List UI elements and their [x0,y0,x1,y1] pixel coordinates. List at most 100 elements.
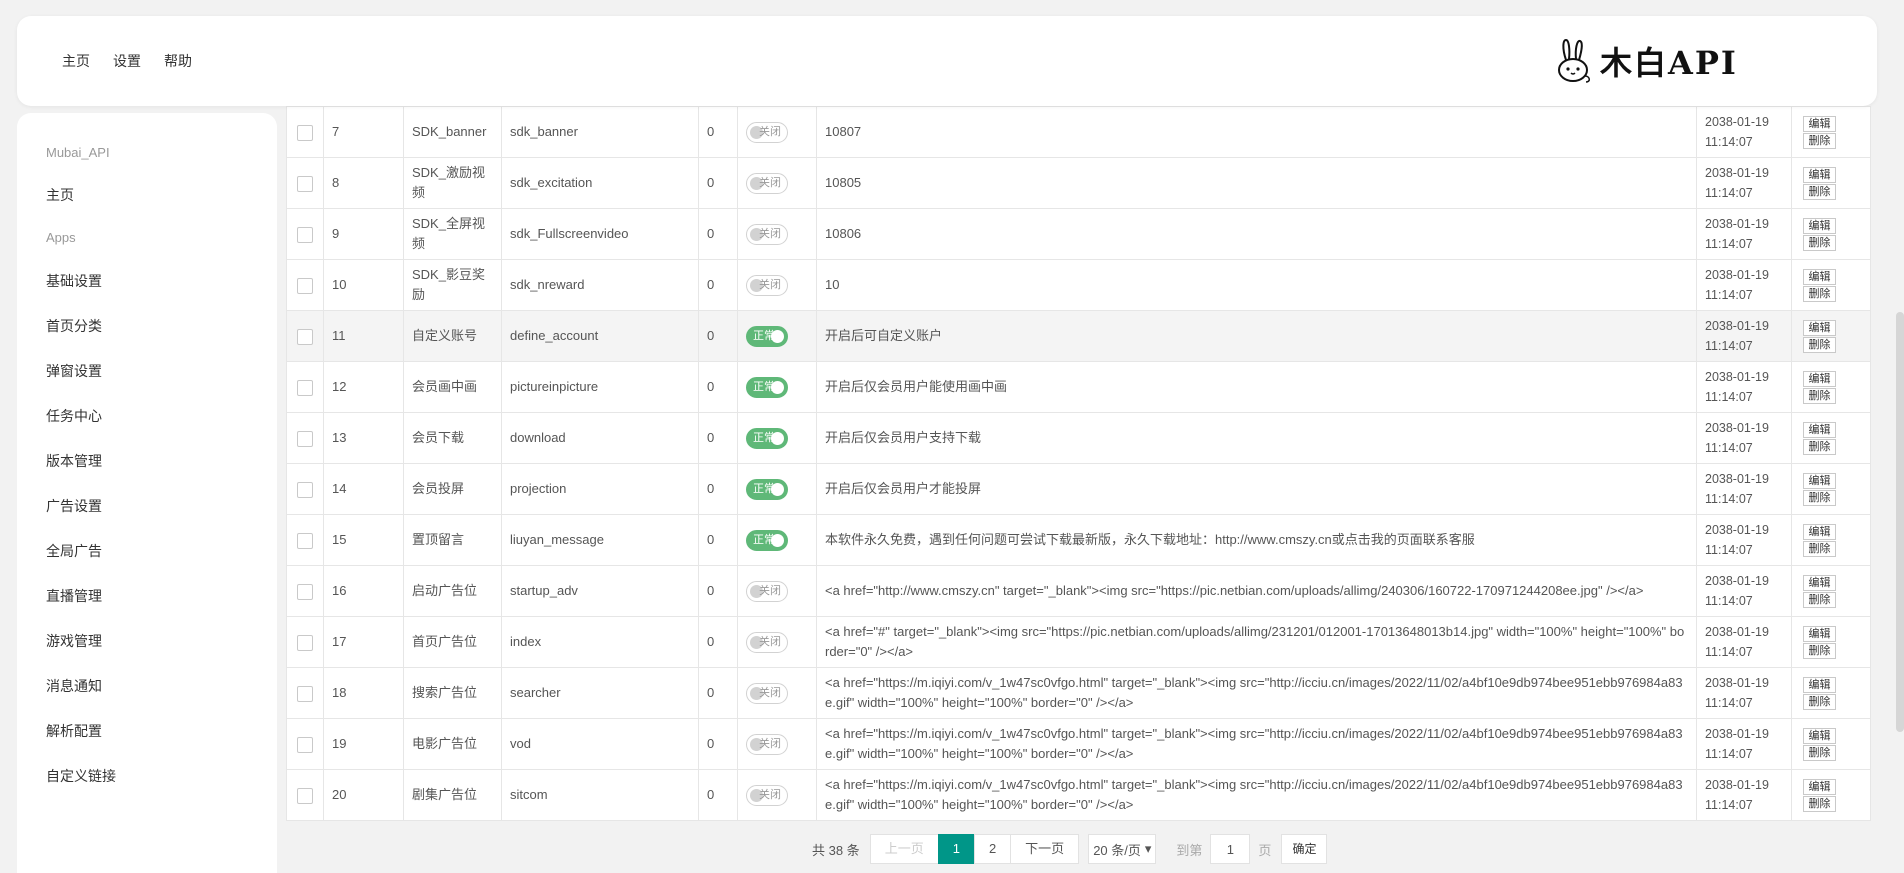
edit-button[interactable]: 编辑 [1803,217,1836,234]
status-toggle[interactable]: 关闭 [746,121,788,143]
status-toggle[interactable]: 正常 [746,325,788,347]
edit-button[interactable]: 编辑 [1803,166,1836,183]
status-toggle[interactable]: 关闭 [746,682,788,704]
delete-button[interactable]: 删除 [1803,540,1836,557]
next-page-button[interactable]: 下一页 [1010,834,1080,864]
row-checkbox[interactable] [297,175,313,192]
row-checkbox[interactable] [297,430,313,447]
status-toggle-label: 正常 [753,329,775,342]
edit-button[interactable]: 编辑 [1803,778,1836,795]
delete-button[interactable]: 删除 [1803,336,1836,353]
edit-button[interactable]: 编辑 [1803,472,1836,489]
nav-home-link[interactable]: 主页 [62,51,90,71]
sidebar-item-custom-links[interactable]: 自定义链接 [46,766,116,786]
row-checkbox[interactable] [297,787,313,804]
sidebar-item-home[interactable]: 主页 [46,185,74,205]
status-toggle[interactable]: 关闭 [746,580,788,602]
status-toggle[interactable]: 正常 [746,529,788,551]
row-key: sdk_Fullscreenvideo [501,208,699,260]
sidebar-item-notifications[interactable]: 消息通知 [46,676,102,696]
row-date: 2038-01-19 [1705,217,1769,231]
row-checkbox[interactable] [297,532,313,549]
row-name: SDK_全屏视频 [403,208,502,260]
sidebar-item-popup-settings[interactable]: 弹窗设置 [46,361,102,381]
sidebar-item-home-categories[interactable]: 首页分类 [46,316,102,336]
sidebar-item-parse-config[interactable]: 解析配置 [46,721,102,741]
status-toggle-label: 正常 [753,533,775,546]
row-checkbox[interactable] [297,124,313,141]
sidebar-item-version-management[interactable]: 版本管理 [46,451,102,471]
delete-button[interactable]: 删除 [1803,132,1836,149]
delete-button[interactable]: 删除 [1803,591,1836,608]
row-actions: 编辑 删除 [1791,310,1871,362]
page-1-button[interactable]: 1 [937,834,975,864]
row-id: 7 [323,106,404,158]
delete-button[interactable]: 删除 [1803,489,1836,506]
delete-button[interactable]: 删除 [1803,387,1836,404]
edit-button[interactable]: 编辑 [1803,574,1836,591]
delete-button[interactable]: 删除 [1803,183,1836,200]
sidebar-item-task-center[interactable]: 任务中心 [46,406,102,426]
row-checkbox[interactable] [297,226,313,243]
row-checkbox[interactable] [297,634,313,651]
row-key: liuyan_message [501,514,699,566]
delete-button[interactable]: 删除 [1803,744,1836,761]
row-checkbox[interactable] [297,736,313,753]
goto-page: 到第 页 [1176,834,1271,864]
page-2-button[interactable]: 2 [973,834,1012,864]
prev-page-button[interactable]: 上一页 [869,834,939,864]
row-checkbox[interactable] [297,685,313,702]
edit-button[interactable]: 编辑 [1803,421,1836,438]
edit-button[interactable]: 编辑 [1803,676,1836,693]
row-date: 2038-01-19 [1705,268,1769,282]
edit-button[interactable]: 编辑 [1803,268,1836,285]
row-checkbox[interactable] [297,583,313,600]
row-id: 13 [323,412,404,464]
row-select-cell [286,616,324,668]
sidebar-item-ad-settings[interactable]: 广告设置 [46,496,102,516]
edit-button[interactable]: 编辑 [1803,115,1836,132]
sidebar-item-game-management[interactable]: 游戏管理 [46,631,102,651]
edit-button[interactable]: 编辑 [1803,625,1836,642]
scrollbar-thumb[interactable] [1896,312,1904,732]
status-toggle[interactable]: 正常 [746,376,788,398]
sidebar-item-basic-settings[interactable]: 基础设置 [46,271,102,291]
status-toggle[interactable]: 正常 [746,478,788,500]
sidebar-item-global-ads[interactable]: 全局广告 [46,541,102,561]
delete-button[interactable]: 删除 [1803,285,1836,302]
edit-button[interactable]: 编辑 [1803,727,1836,744]
status-toggle[interactable]: 关闭 [746,733,788,755]
table-row: 7 SDK_banner sdk_banner 0 关闭 10807 2038-01-19 1… [286,106,1871,158]
row-time-cell: 2038-01-19 11:14:07 [1696,259,1792,311]
status-toggle[interactable]: 正常 [746,427,788,449]
edit-button[interactable]: 编辑 [1803,523,1836,540]
row-checkbox[interactable] [297,277,313,294]
row-id: 8 [323,157,404,209]
row-checkbox[interactable] [297,481,313,498]
page-size-select[interactable]: 20 条/页 ▾ [1088,834,1157,864]
delete-button[interactable]: 删除 [1803,438,1836,455]
row-date: 2038-01-19 [1705,472,1769,486]
row-key: projection [501,463,699,515]
page-size-value: 20 条/页 [1093,842,1141,858]
edit-button[interactable]: 编辑 [1803,319,1836,336]
status-toggle[interactable]: 关闭 [746,631,788,653]
status-toggle[interactable]: 关闭 [746,784,788,806]
status-toggle[interactable]: 关闭 [746,274,788,296]
edit-button[interactable]: 编辑 [1803,370,1836,387]
confirm-goto-button[interactable]: 确定 [1281,834,1328,864]
delete-button[interactable]: 删除 [1803,642,1836,659]
row-time-cell: 2038-01-19 11:14:07 [1696,157,1792,209]
delete-button[interactable]: 删除 [1803,795,1836,812]
row-actions: 编辑 删除 [1791,565,1871,617]
row-checkbox[interactable] [297,328,313,345]
delete-button[interactable]: 删除 [1803,234,1836,251]
sidebar-item-live-management[interactable]: 直播管理 [46,586,102,606]
goto-page-input[interactable] [1210,834,1251,864]
status-toggle[interactable]: 关闭 [746,172,788,194]
status-toggle[interactable]: 关闭 [746,223,788,245]
row-checkbox[interactable] [297,379,313,396]
nav-help-link[interactable]: 帮助 [164,51,192,71]
nav-settings-link[interactable]: 设置 [113,51,141,71]
delete-button[interactable]: 删除 [1803,693,1836,710]
